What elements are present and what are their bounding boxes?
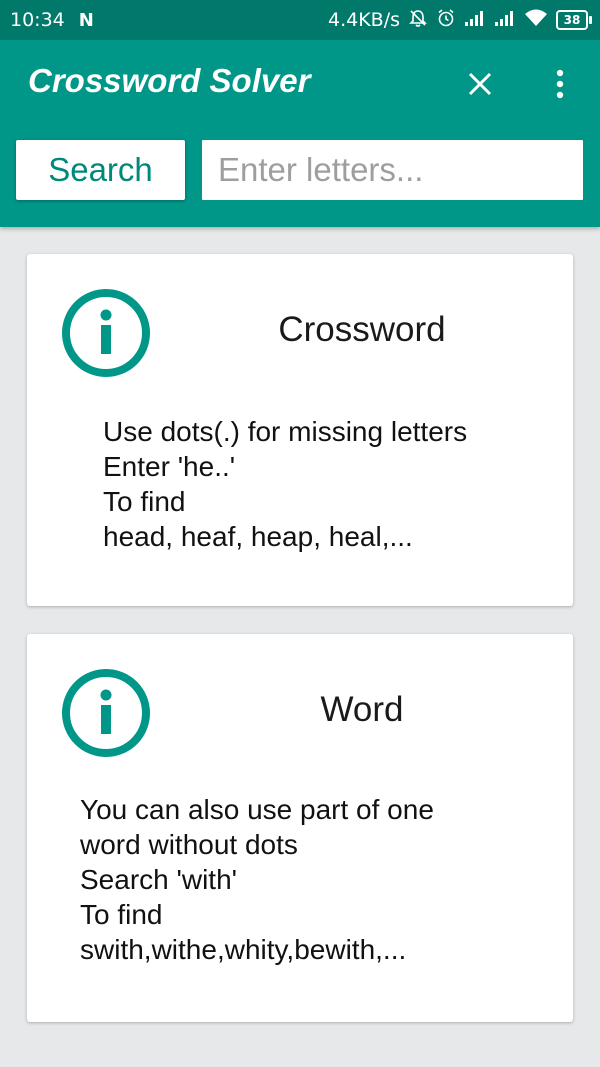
card-line: swith,withe,whity,bewith,... bbox=[80, 934, 407, 965]
status-time: 10:34 bbox=[10, 9, 65, 31]
alarm-icon bbox=[436, 8, 456, 33]
crossword-info-card: Crossword Use dots(.) for missing letter… bbox=[27, 254, 573, 606]
status-right: 4.4KB/s 38 bbox=[328, 0, 592, 40]
battery-icon: 38 bbox=[556, 10, 592, 30]
card-line: To find bbox=[80, 899, 163, 930]
battery-level: 38 bbox=[556, 10, 588, 30]
signal-icon-2 bbox=[494, 9, 516, 32]
card-line: word without dots bbox=[80, 829, 298, 860]
status-left: 10:34 N bbox=[10, 0, 94, 40]
battery-tip bbox=[589, 16, 592, 24]
card-line: head, heaf, heap, heal,... bbox=[103, 521, 413, 552]
mute-icon bbox=[408, 8, 428, 33]
app-bar: Crossword Solver Search bbox=[0, 40, 600, 227]
info-icon bbox=[62, 289, 150, 377]
n-logo-icon: N bbox=[78, 9, 94, 31]
card-body: Use dots(.) for missing letters Enter 'h… bbox=[103, 414, 467, 554]
network-speed: 4.4KB/s bbox=[327, 9, 400, 31]
app-title: Crossword Solver bbox=[28, 62, 311, 99]
search-button[interactable]: Search bbox=[16, 140, 185, 200]
card-line: To find bbox=[103, 486, 186, 517]
card-line: You can also use part of one bbox=[80, 794, 434, 825]
search-input[interactable] bbox=[202, 140, 583, 200]
status-bar: 10:34 N 4.4KB/s 38 bbox=[0, 0, 600, 40]
card-title: Crossword bbox=[278, 310, 446, 349]
word-info-card: Word You can also use part of one word w… bbox=[27, 634, 573, 1022]
card-body: You can also use part of one word withou… bbox=[80, 792, 434, 967]
signal-icon bbox=[464, 9, 486, 32]
card-line: Use dots(.) for missing letters bbox=[103, 416, 468, 447]
close-icon bbox=[468, 72, 492, 96]
close-button[interactable] bbox=[460, 64, 500, 104]
card-line: Search 'with' bbox=[80, 864, 237, 895]
overflow-menu-button[interactable] bbox=[540, 64, 580, 104]
info-icon bbox=[62, 669, 150, 757]
more-vert-icon bbox=[556, 69, 564, 99]
card-line: Enter 'he..' bbox=[103, 451, 236, 482]
card-title: Word bbox=[320, 690, 404, 729]
wifi-icon bbox=[524, 8, 548, 33]
